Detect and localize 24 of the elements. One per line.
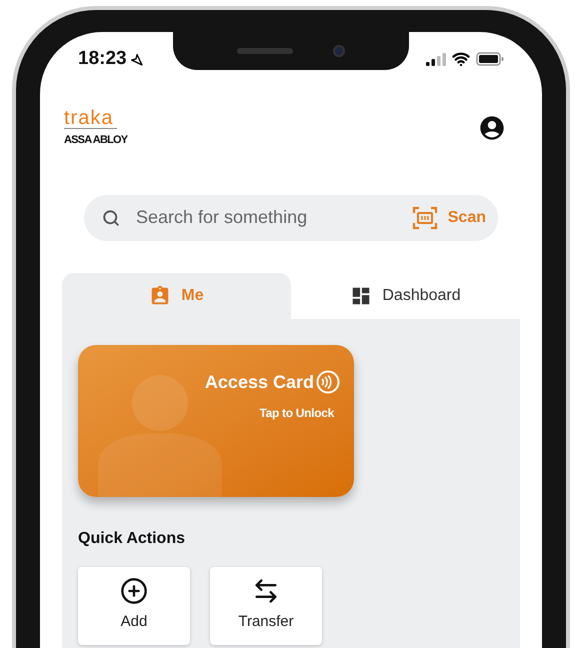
quick-action-button[interactable]: Add bbox=[78, 566, 190, 644]
scan-button[interactable]: Scan bbox=[412, 206, 486, 230]
profile-icon[interactable] bbox=[478, 114, 506, 142]
status-time: 18:23 bbox=[78, 46, 127, 71]
tab[interactable]: Me bbox=[62, 272, 291, 318]
card-title: Access Card bbox=[204, 370, 314, 394]
search-field[interactable]: Search for something Scan bbox=[84, 194, 498, 240]
section-heading: Quick Actions bbox=[78, 528, 186, 548]
wifi-icon bbox=[452, 50, 470, 68]
access-card[interactable]: Access Card Tap to Unlock bbox=[78, 344, 354, 496]
quick-action-button[interactable]: Transfer bbox=[210, 566, 322, 644]
plus-circle-icon bbox=[120, 577, 148, 606]
location-arrow-icon bbox=[130, 52, 143, 66]
camera-lens bbox=[333, 45, 345, 57]
badge-icon bbox=[149, 284, 172, 306]
logo-wordmark: traka bbox=[64, 108, 118, 129]
signal-icon bbox=[426, 52, 446, 66]
scan-frame-icon bbox=[412, 206, 438, 230]
search-icon bbox=[102, 208, 120, 226]
battery-icon bbox=[476, 52, 504, 66]
logo-subtitle: ASSA ABLOY bbox=[64, 133, 128, 148]
card-subtitle: Tap to Unlock bbox=[259, 404, 334, 422]
contactless-icon bbox=[316, 370, 340, 394]
speaker-grille bbox=[237, 48, 293, 54]
